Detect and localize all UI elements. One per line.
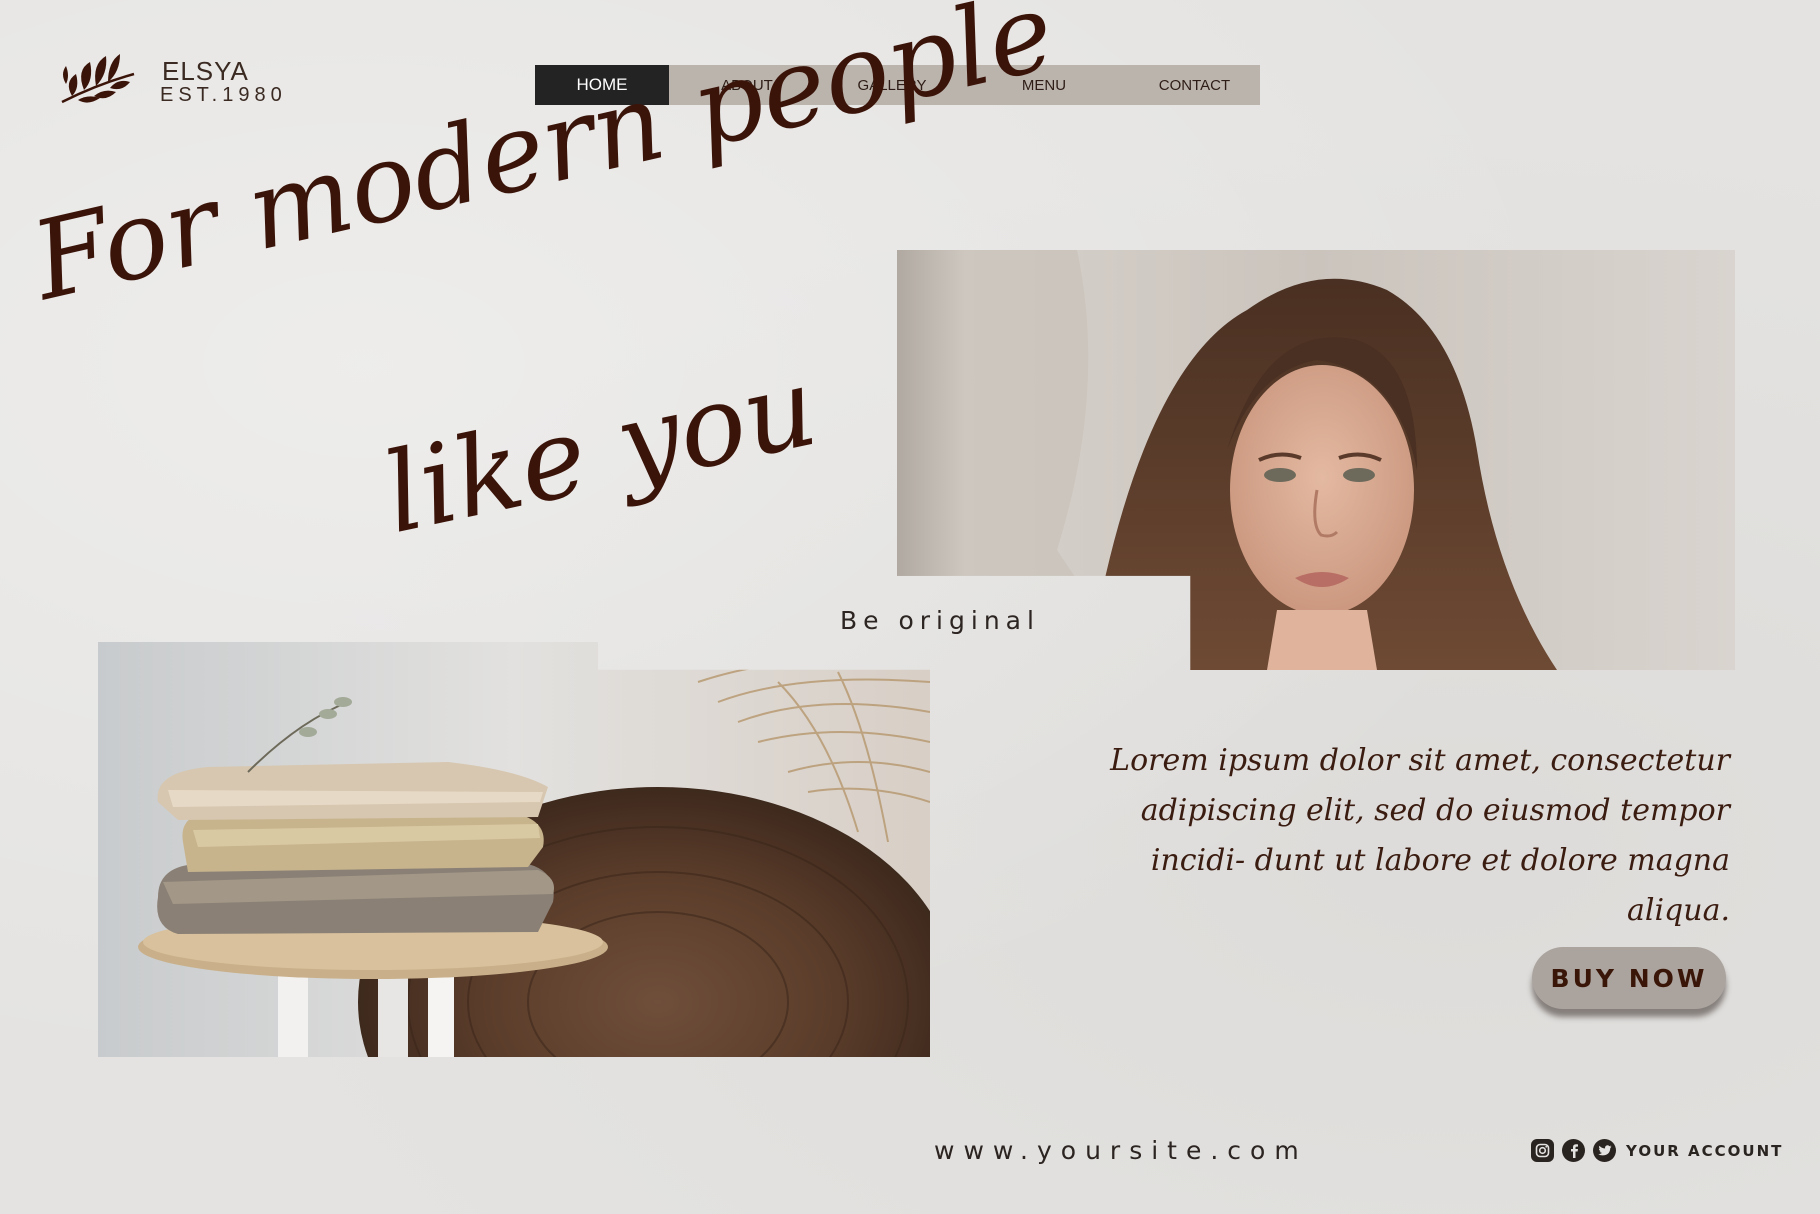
social-bar: YOUR ACCOUNT	[1531, 1139, 1783, 1162]
brand-established: EST.1980	[160, 84, 287, 106]
hero-description: Lorem ipsum dolor sit amet, consectetur …	[1110, 743, 1730, 928]
tagline: Be original	[840, 606, 1040, 635]
twitter-icon[interactable]	[1593, 1139, 1616, 1162]
facebook-icon[interactable]	[1562, 1139, 1585, 1162]
website-link[interactable]: www.yoursite.com	[934, 1136, 1308, 1165]
buy-now-button[interactable]: BUY NOW	[1532, 947, 1726, 1009]
your-account-link[interactable]: YOUR ACCOUNT	[1626, 1142, 1783, 1160]
instagram-icon[interactable]	[1531, 1139, 1554, 1162]
hero-headline-line2: like you	[373, 342, 827, 558]
leaf-branch-icon	[58, 44, 138, 110]
nav-item-contact[interactable]: CONTACT	[1129, 65, 1260, 105]
product-textiles-image	[98, 642, 930, 1057]
brand-name: ELSYA	[162, 56, 249, 86]
